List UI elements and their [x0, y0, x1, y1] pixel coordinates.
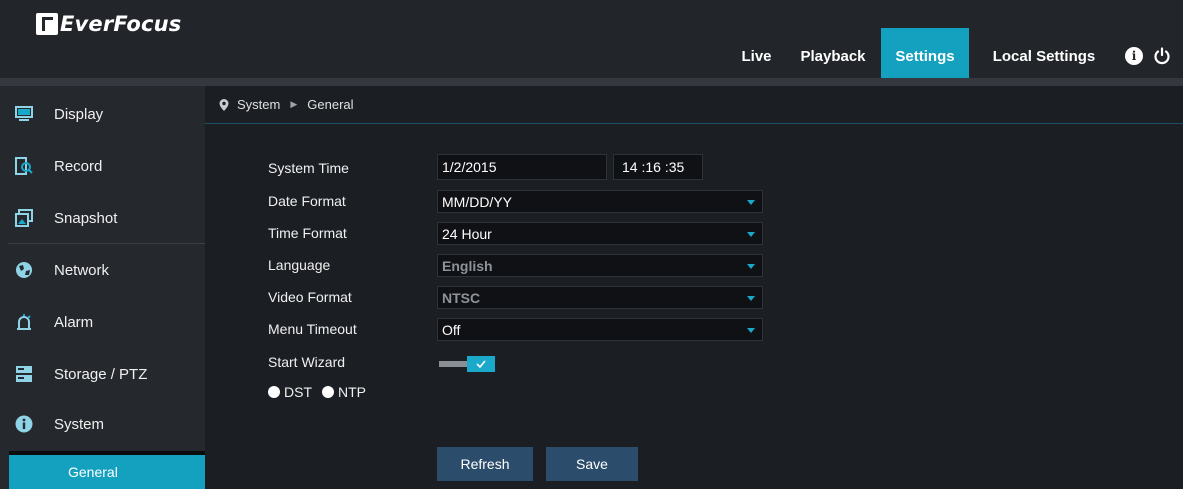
toggle-track: [439, 361, 469, 367]
info-icon[interactable]: i: [1125, 47, 1143, 65]
system-date-input[interactable]: 1/2/2015: [437, 154, 607, 180]
ntp-label: NTP: [338, 384, 366, 400]
menu-timeout-select[interactable]: Off: [437, 318, 763, 341]
save-button[interactable]: Save: [546, 447, 638, 481]
nav-live[interactable]: Live: [726, 34, 787, 78]
toggle-knob: [467, 356, 495, 372]
dst-label: DST: [284, 384, 312, 400]
sidebar-item-label: Network: [54, 261, 110, 279]
brand-name: EverFocus: [60, 12, 182, 36]
breadcrumb-root[interactable]: System: [237, 97, 280, 112]
dst-radio[interactable]: DST: [268, 384, 312, 400]
settings-sidebar: Display Record Snapshot Network Alarm St…: [0, 86, 205, 489]
sidebar-item-label: Snapshot: [54, 209, 118, 227]
video-format-select: NTSC: [437, 286, 763, 309]
everfocus-logo-mark-icon: [36, 13, 58, 35]
sidebar-item-label: Storage / PTZ: [54, 365, 148, 383]
sidebar-subitem-general[interactable]: General: [9, 455, 205, 489]
video-format-label: Video Format: [268, 289, 352, 305]
chevron-down-icon: [747, 200, 755, 205]
sidebar-item-system[interactable]: System: [0, 398, 205, 450]
nav-playback[interactable]: Playback: [787, 34, 879, 78]
sidebar-item-storage-ptz[interactable]: Storage / PTZ: [0, 348, 205, 400]
radio-dot-icon: [268, 386, 280, 398]
chevron-down-icon: [747, 296, 755, 301]
settings-content: System ▶ General System Time 1/2/2015 14…: [205, 86, 1183, 489]
breadcrumb-arrow-icon: ▶: [290, 99, 298, 109]
system-time-input[interactable]: 14 :16 :35: [613, 154, 703, 180]
location-pin-icon: [219, 98, 229, 111]
language-value: English: [442, 257, 493, 274]
menu-timeout-value: Off: [442, 321, 461, 338]
main-nav: Live Playback Settings Local Settings i: [726, 28, 1183, 78]
sidebar-item-display[interactable]: Display: [0, 88, 205, 140]
language-label: Language: [268, 257, 331, 273]
language-select: English: [437, 254, 763, 277]
header-separator: [0, 78, 1183, 86]
record-search-icon: [14, 156, 34, 176]
nav-icon-group: i: [1119, 34, 1183, 78]
sidebar-item-snapshot[interactable]: Snapshot: [0, 192, 205, 244]
system-time-label: System Time: [268, 160, 349, 176]
menu-timeout-label: Menu Timeout: [268, 321, 357, 337]
chevron-down-icon: [747, 328, 755, 333]
time-format-select[interactable]: 24 Hour: [437, 222, 763, 245]
sidebar-item-alarm[interactable]: Alarm: [0, 296, 205, 348]
start-wizard-label: Start Wizard: [268, 354, 346, 370]
storage-icon: [14, 364, 34, 384]
date-format-value: MM/DD/YY: [442, 193, 512, 210]
sidebar-item-label: Display: [54, 105, 104, 123]
monitor-icon: [14, 104, 34, 124]
time-format-value: 24 Hour: [442, 225, 492, 242]
breadcrumb-current: General: [307, 97, 354, 112]
video-format-value: NTSC: [442, 289, 481, 306]
checkmark-icon: [476, 360, 486, 368]
sidebar-item-record[interactable]: Record: [0, 140, 205, 192]
top-bar: EverFocus Live Playback Settings Local S…: [0, 0, 1183, 78]
sidebar-item-label: System: [54, 415, 105, 433]
chevron-down-icon: [747, 232, 755, 237]
alarm-icon: [14, 312, 34, 332]
start-wizard-toggle[interactable]: [439, 356, 495, 372]
breadcrumb: System ▶ General: [205, 86, 1183, 124]
dst-ntp-options: DST NTP: [268, 384, 376, 400]
ntp-radio[interactable]: NTP: [322, 384, 366, 400]
chevron-down-icon: [747, 264, 755, 269]
globe-icon: [14, 260, 34, 280]
time-format-label: Time Format: [268, 225, 347, 241]
date-format-label: Date Format: [268, 193, 346, 209]
sidebar-item-label: Record: [54, 157, 103, 175]
nav-local-settings[interactable]: Local Settings: [969, 34, 1119, 78]
date-format-select[interactable]: MM/DD/YY: [437, 190, 763, 213]
nav-settings[interactable]: Settings: [881, 28, 969, 78]
refresh-button[interactable]: Refresh: [437, 447, 533, 481]
sidebar-item-label: Alarm: [54, 313, 94, 331]
everfocus-logo: EverFocus: [36, 8, 181, 40]
power-icon[interactable]: [1153, 47, 1171, 65]
radio-dot-icon: [322, 386, 334, 398]
sidebar-item-network[interactable]: Network: [0, 244, 205, 296]
info-circle-icon: [14, 414, 34, 434]
snapshot-icon: [14, 208, 34, 228]
